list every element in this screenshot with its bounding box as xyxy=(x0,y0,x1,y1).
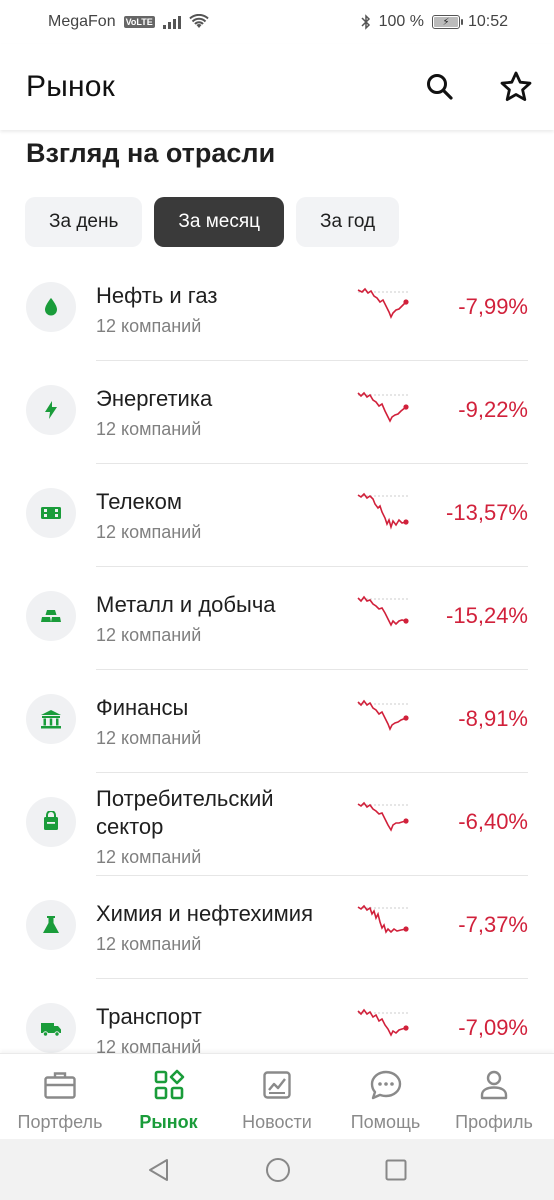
favorites-button[interactable] xyxy=(498,69,534,105)
nav-portfolio[interactable]: Портфель xyxy=(6,1054,114,1139)
sector-company-count: 12 компаний xyxy=(96,419,202,439)
tab-day[interactable]: За день xyxy=(25,197,143,247)
tab-year[interactable]: За год xyxy=(296,197,400,247)
chat-bubble-icon xyxy=(370,1070,401,1100)
sector-change: -13,57% xyxy=(446,500,528,525)
gold-bars-icon xyxy=(41,610,61,622)
bank-icon xyxy=(41,710,61,729)
sector-icon-bg xyxy=(26,488,76,538)
app-header: Рынок xyxy=(0,44,554,130)
sector-icon-bg xyxy=(26,591,76,641)
sector-name: Нефть и газ xyxy=(96,283,218,308)
nav-profile[interactable]: Профиль xyxy=(440,1054,548,1139)
sector-icon-bg xyxy=(26,900,76,950)
sector-change: -15,24% xyxy=(446,603,528,628)
clock: 10:52 xyxy=(467,13,508,30)
sector-list: Нефть и газ 12 компаний -7,99% Энергетик… xyxy=(0,258,554,1053)
truck-icon xyxy=(41,1023,61,1037)
sector-company-count: 12 компаний xyxy=(96,316,202,336)
sector-change: -6,40% xyxy=(458,809,528,834)
person-icon xyxy=(480,1070,508,1100)
sector-name: Химия и нефтехимия xyxy=(96,901,314,926)
market-grid-icon xyxy=(154,1069,184,1100)
sector-row-telecom[interactable]: Телеком 12 компаний -13,57% xyxy=(0,464,554,567)
sector-row-metals[interactable]: Металл и добыча 12 компаний -15,24% xyxy=(0,567,554,670)
sector-row-finance[interactable]: Финансы 12 компаний -8,91% xyxy=(0,670,554,773)
sector-company-count: 12 компаний xyxy=(96,625,202,645)
sector-name: Потребительский сектор xyxy=(96,786,274,839)
sector-change: -7,09% xyxy=(458,1015,528,1040)
sector-icon-bg xyxy=(26,282,76,332)
sparkline xyxy=(357,492,409,530)
sector-row-oil-gas[interactable]: Нефть и газ 12 компаний -7,99% xyxy=(0,258,554,361)
nav-label: Рынок xyxy=(139,1112,198,1132)
sparkline xyxy=(357,699,409,731)
volte-badge: VoLTE xyxy=(123,16,155,28)
recents-square-icon[interactable] xyxy=(384,1158,408,1182)
nav-news[interactable]: Новости xyxy=(223,1054,331,1139)
star-icon xyxy=(500,71,532,101)
charging-bolt-icon: ⚡ xyxy=(442,16,450,28)
sim-card-icon xyxy=(41,507,61,519)
back-triangle-icon[interactable] xyxy=(146,1157,172,1183)
nav-label: Профиль xyxy=(455,1112,533,1132)
sector-icon-bg xyxy=(26,797,76,847)
period-tabs: За день За месяц За год xyxy=(25,197,400,247)
sector-name: Телеком xyxy=(96,489,183,514)
sector-name: Транспорт xyxy=(96,1004,202,1029)
sector-icon-bg xyxy=(26,694,76,744)
bottom-navigation: Портфель Рынок Новости Помощь Профиль xyxy=(0,1053,554,1139)
sparkline xyxy=(357,595,409,627)
signal-icon xyxy=(162,15,181,29)
sector-icon-bg xyxy=(26,385,76,435)
sparkline xyxy=(357,801,409,832)
shopping-bag-icon xyxy=(44,811,58,830)
nav-label: Помощь xyxy=(350,1112,421,1132)
sparkline xyxy=(357,391,409,423)
sector-change: -9,22% xyxy=(458,397,528,422)
sparkline xyxy=(357,1008,409,1037)
lightning-icon xyxy=(45,401,57,419)
sector-change: -8,91% xyxy=(458,706,528,731)
wifi-icon xyxy=(189,14,209,28)
sector-row-transport[interactable]: Транспорт 12 компаний -7,09% xyxy=(0,979,554,1053)
page-title: Рынок xyxy=(26,70,115,103)
nav-label: Портфель xyxy=(17,1112,103,1132)
carrier-name: MegaFon xyxy=(48,13,116,30)
sector-name: Металл и добыча xyxy=(96,592,276,617)
tab-month[interactable]: За месяц xyxy=(154,197,284,247)
sector-change: -7,99% xyxy=(458,294,528,319)
sparkline xyxy=(357,287,409,319)
bluetooth-icon xyxy=(361,14,370,30)
oil-drop-icon xyxy=(45,298,57,316)
system-navigation-bar xyxy=(0,1139,554,1200)
section-title: Взгляд на отрасли xyxy=(26,138,276,168)
sector-row-consumer[interactable]: Потребительский сектор 12 компаний -6,40… xyxy=(0,773,554,876)
sector-row-energy[interactable]: Энергетика 12 компаний -9,22% xyxy=(0,361,554,464)
sector-company-count: 12 компаний xyxy=(96,728,202,748)
battery-icon: ⚡ xyxy=(431,15,463,29)
sparkline xyxy=(357,904,409,934)
news-chart-icon xyxy=(263,1071,291,1099)
search-button[interactable] xyxy=(422,69,458,105)
nav-market[interactable]: Рынок xyxy=(115,1054,223,1139)
sector-icon-bg xyxy=(26,1003,76,1053)
sector-company-count: 12 компаний xyxy=(96,847,202,867)
sector-name: Энергетика xyxy=(96,386,213,411)
home-circle-icon[interactable] xyxy=(264,1156,292,1184)
sector-row-chemicals[interactable]: Химия и нефтехимия 12 компаний -7,37% xyxy=(0,876,554,979)
search-icon xyxy=(427,74,453,100)
flask-icon xyxy=(43,916,59,933)
nav-help[interactable]: Помощь xyxy=(332,1054,440,1139)
battery-percent: 100 % xyxy=(378,13,424,30)
briefcase-icon xyxy=(44,1072,76,1099)
status-bar: MegaFon VoLTE 100 % ⚡ 10:52 xyxy=(0,0,554,44)
sector-company-count: 12 компаний xyxy=(96,522,202,542)
sector-company-count: 12 компаний xyxy=(96,934,202,954)
sector-company-count: 12 компаний xyxy=(96,1037,202,1053)
sector-change: -7,37% xyxy=(458,912,528,937)
sector-name: Финансы xyxy=(96,695,189,720)
nav-label: Новости xyxy=(242,1112,312,1132)
